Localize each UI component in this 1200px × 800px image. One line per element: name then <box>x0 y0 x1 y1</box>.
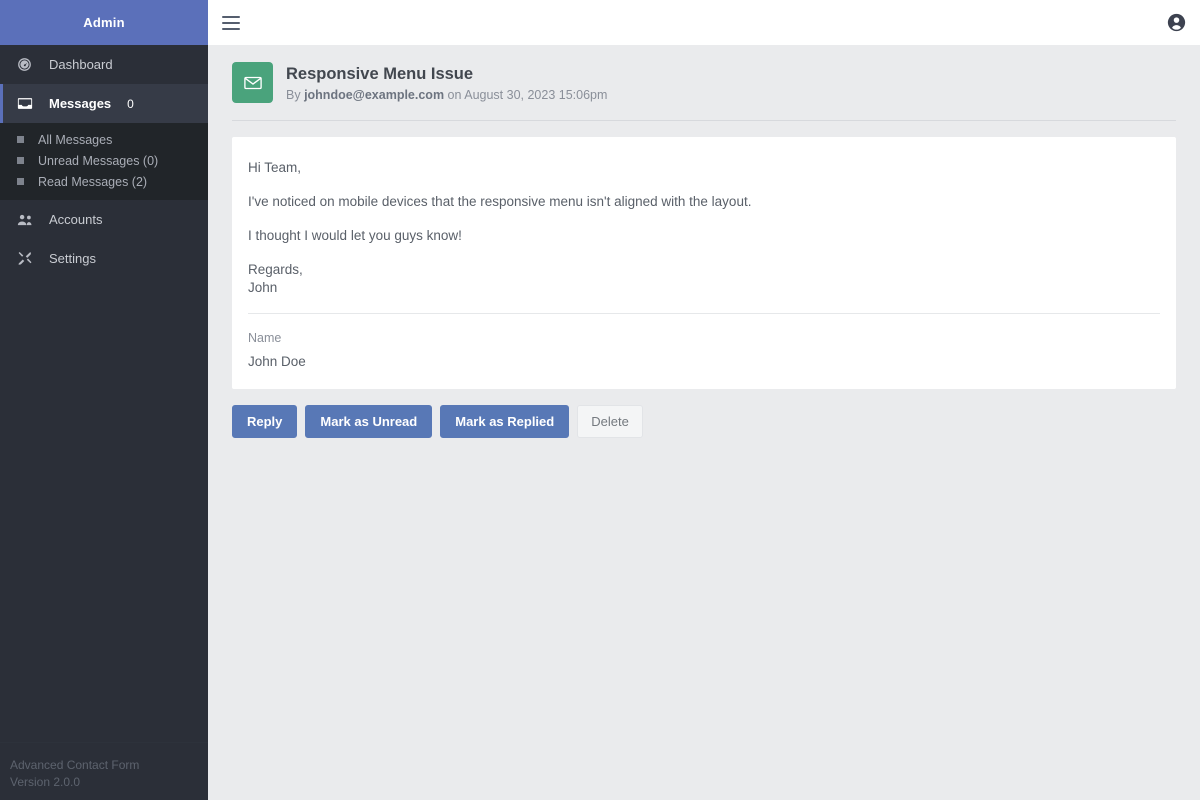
sidebar-item-dashboard[interactable]: Dashboard <box>0 45 208 84</box>
content-area: Responsive Menu Issue By johndoe@example… <box>208 45 1200 800</box>
field-value-name: John Doe <box>248 354 306 369</box>
square-bullet-icon <box>17 136 24 143</box>
page-title: Responsive Menu Issue <box>286 64 474 83</box>
account-circle-icon[interactable] <box>1167 13 1186 32</box>
app-root: Admin Dashboard Messages 0 All Messages … <box>0 0 1200 800</box>
mark-as-replied-button[interactable]: Mark as Replied <box>440 405 570 438</box>
square-bullet-icon <box>17 178 24 185</box>
submenu-item-unread-messages[interactable]: Unread Messages (0) <box>0 150 208 171</box>
sidebar-item-settings[interactable]: Settings <box>0 239 208 278</box>
submenu-item-read-messages[interactable]: Read Messages (2) <box>0 171 208 192</box>
messages-count-badge: 0 <box>127 96 134 111</box>
byline-middle: on <box>444 87 465 102</box>
mark-as-unread-button[interactable]: Mark as Unread <box>305 405 433 438</box>
sidebar-item-messages[interactable]: Messages 0 <box>0 84 208 123</box>
tools-icon <box>17 251 39 266</box>
sidebar-nav: Dashboard Messages 0 All Messages Unread… <box>0 45 208 742</box>
reply-button[interactable]: Reply <box>232 405 298 438</box>
sidebar-item-label: Accounts <box>49 212 103 227</box>
message-signoff: Regards, John <box>248 262 303 295</box>
sender-email: johndoe@example.com <box>304 87 445 102</box>
users-icon <box>17 213 39 227</box>
messages-submenu: All Messages Unread Messages (0) Read Me… <box>0 123 208 200</box>
message-header-text: Responsive Menu Issue By johndoe@example… <box>286 64 607 102</box>
sidebar-brand: Admin <box>0 0 208 45</box>
hamburger-line <box>222 15 240 18</box>
message-byline: By johndoe@example.com on August 30, 202… <box>286 88 607 102</box>
sidebar-item-label: Settings <box>49 251 96 266</box>
sidebar-footer-version: Version 2.0.0 <box>10 775 81 789</box>
hamburger-line <box>222 21 240 24</box>
sidebar-footer: Advanced Contact Form Version 2.0.0 <box>0 742 208 800</box>
sidebar-item-accounts[interactable]: Accounts <box>0 200 208 239</box>
sidebar-item-label: Dashboard <box>49 57 113 72</box>
message-body-line: I thought I would let you guys know! <box>248 228 462 243</box>
submenu-item-label: Read Messages (2) <box>38 174 148 189</box>
topbar <box>208 0 1200 45</box>
sidebar: Admin Dashboard Messages 0 All Messages … <box>0 0 208 800</box>
message-timestamp: August 30, 2023 15:06pm <box>464 87 608 102</box>
message-header: Responsive Menu Issue By johndoe@example… <box>232 62 1176 120</box>
inbox-icon <box>17 96 39 111</box>
hamburger-icon[interactable] <box>222 15 240 30</box>
message-card: Hi Team, I've noticed on mobile devices … <box>232 137 1176 389</box>
delete-button[interactable]: Delete <box>577 405 643 438</box>
submenu-item-label: Unread Messages (0) <box>38 153 159 168</box>
submenu-item-all-messages[interactable]: All Messages <box>0 129 208 150</box>
message-body-line: Hi Team, <box>248 160 302 175</box>
main-area: Responsive Menu Issue By johndoe@example… <box>208 0 1200 800</box>
sidebar-footer-app-name: Advanced Contact Form <box>10 758 140 772</box>
field-label-name: Name <box>248 331 282 345</box>
byline-prefix: By <box>286 87 305 102</box>
submenu-item-label: All Messages <box>38 132 113 147</box>
sidebar-item-label: Messages <box>49 96 112 111</box>
message-body-line: I've noticed on mobile devices that the … <box>248 194 752 209</box>
header-divider <box>232 120 1176 121</box>
action-buttons: Reply Mark as Unread Mark as Replied Del… <box>232 405 1176 438</box>
square-bullet-icon <box>17 157 24 164</box>
card-divider <box>248 313 1160 314</box>
gauge-icon <box>17 57 39 72</box>
envelope-icon <box>232 62 273 103</box>
hamburger-line <box>222 27 240 30</box>
